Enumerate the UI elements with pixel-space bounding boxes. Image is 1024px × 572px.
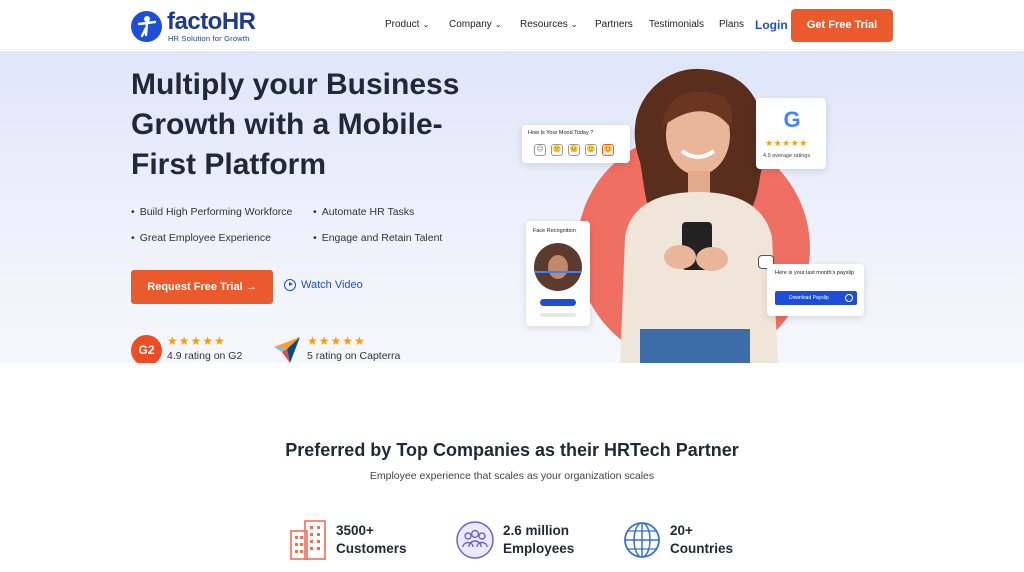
hero-bullet: Build High Performing Workforce xyxy=(131,206,293,218)
partners-title: Preferred by Top Companies as their HRTe… xyxy=(285,440,739,460)
capterra-icon xyxy=(274,337,300,363)
mood-survey-card: How Is Your Mood Today ? ☹ 🙁 😐 🙂 😊 xyxy=(522,125,630,163)
get-free-trial-button[interactable]: Get Free Trial xyxy=(791,9,893,42)
g2-stars: ★★★★★ xyxy=(167,334,226,348)
google-logo-icon: G xyxy=(783,107,801,132)
nav-testimonials[interactable]: Testimonials xyxy=(649,19,704,30)
brand-logo-icon[interactable] xyxy=(131,11,162,42)
hero-bullet: Great Employee Experience xyxy=(131,232,271,244)
face-neutral-icon[interactable]: 😐 xyxy=(568,144,580,156)
payslip-card: Here is your last month's payslip Downlo… xyxy=(767,264,864,316)
payslip-message: Here is your last month's payslip xyxy=(775,270,854,276)
face-recognition-card: Face Recognition xyxy=(526,221,590,326)
google-rating-text: 4.9 average ratings xyxy=(763,153,811,159)
stat-employees-value: 2.6 million xyxy=(503,523,570,538)
brand-name[interactable]: factoHR xyxy=(167,8,256,36)
google-stars: ★★★★★ xyxy=(765,138,808,148)
hero-bullet: Engage and Retain Talent xyxy=(313,232,443,244)
face-scan-avatar xyxy=(534,243,582,291)
nav-plans[interactable]: Plans xyxy=(719,19,744,30)
stat-customers-label: Customers xyxy=(336,541,407,556)
capterra-rating-text: 5 rating on Capterra xyxy=(307,350,401,362)
download-icon xyxy=(845,294,853,302)
face-sad-icon[interactable]: 🙁 xyxy=(551,144,563,156)
nav-company[interactable]: Company ⌄ xyxy=(449,19,502,30)
watch-video-label: Watch Video xyxy=(301,279,363,291)
stat-countries-label: Countries xyxy=(670,541,734,556)
face-happy-icon[interactable]: 🙂 xyxy=(585,144,597,156)
login-link[interactable]: Login xyxy=(755,18,788,32)
face-very-sad-icon[interactable]: ☹ xyxy=(534,144,546,156)
people-icon xyxy=(456,521,494,559)
globe-icon xyxy=(624,522,660,558)
chevron-down-icon: ⌄ xyxy=(494,20,502,29)
stat-employees-label: Employees xyxy=(503,541,575,556)
chevron-down-icon: ⌄ xyxy=(570,20,578,29)
face-very-happy-icon[interactable]: 😊 xyxy=(602,144,614,156)
play-icon xyxy=(284,279,296,291)
mood-card-title: How Is Your Mood Today ? xyxy=(528,130,594,136)
watch-video-link[interactable]: Watch Video xyxy=(284,279,363,291)
download-payslip-label: Download Payslip xyxy=(789,295,829,301)
site-header: factoHR HR Solution for Growth Product ⌄ … xyxy=(0,0,1024,50)
hero-section: Multiply your Business Growth with a Mob… xyxy=(0,51,1024,363)
download-payslip-button: Download Payslip xyxy=(775,291,857,305)
face-card-title: Face Recognition xyxy=(533,228,576,234)
chevron-down-icon: ⌄ xyxy=(422,20,430,29)
hero-bullet: Automate HR Tasks xyxy=(313,206,415,218)
google-rating-card: G ★★★★★ 4.9 average ratings xyxy=(756,98,826,169)
nav-product[interactable]: Product ⌄ xyxy=(385,19,429,30)
g2-badge-icon: G2 xyxy=(131,335,162,363)
stat-countries-value: 20+ xyxy=(670,523,693,538)
partners-subtitle: Employee experience that scales as your … xyxy=(369,470,655,482)
building-icon xyxy=(290,520,326,560)
stat-customers-value: 3500+ xyxy=(336,523,374,538)
nav-partners[interactable]: Partners xyxy=(595,19,633,30)
brand-tagline: HR Solution for Growth xyxy=(168,34,250,43)
mood-faces: ☹ 🙁 😐 🙂 😊 xyxy=(534,144,614,156)
hero-headline: Multiply your Business Growth with a Mob… xyxy=(131,68,460,181)
capterra-stars: ★★★★★ xyxy=(307,334,366,348)
face-card-footer xyxy=(540,313,576,317)
request-free-trial-button[interactable]: Request Free Trial → xyxy=(131,270,273,304)
nav-resources[interactable]: Resources ⌄ xyxy=(520,19,578,30)
face-card-button xyxy=(540,299,576,306)
g2-rating-text: 4.9 rating on G2 xyxy=(167,350,243,362)
